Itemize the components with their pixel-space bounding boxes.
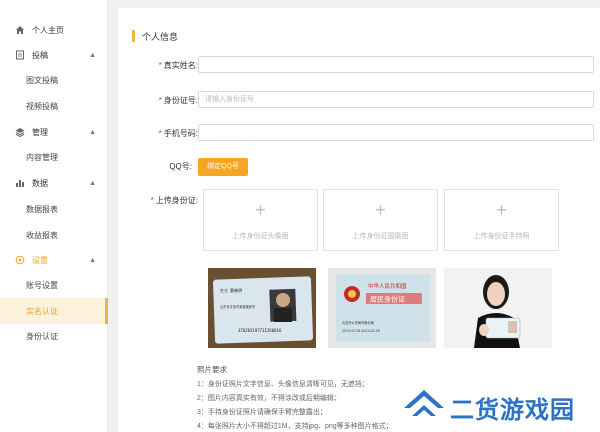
bar-chart-icon [15,178,25,188]
sample-front-name: 黄晓明 [230,287,242,293]
home-icon [15,25,25,35]
upload-caption: 上传身份证国徽面 [352,233,409,240]
sidebar-item-label: 个人主页 [32,25,64,35]
qq-label: QQ号: [169,162,192,171]
id-number-label: * 身份证号: [158,96,198,105]
chevron-up-icon: ▲ [89,51,96,59]
sidebar-item-realname-verify[interactable]: 实名认证 [0,298,108,324]
requirement-item: 4：每张照片大小不得超过1M，支持jpg、png等多种图片格式； [197,423,393,430]
sidebar-group-data[interactable]: 数据 ▲ [0,170,108,196]
bind-qq-button[interactable]: 绑定QQ号 [198,158,248,176]
sidebar-item-image-text-submit[interactable]: 图文投稿 [0,67,108,93]
sidebar-group-label: 设置 [32,255,48,265]
sidebar-item-home[interactable]: 个人主页 [0,17,108,43]
sidebar-group-manage[interactable]: 管理 ▲ [0,119,108,145]
sidebar: 个人主页 投稿 ▲ 图文投稿 视频投稿 管理 ▲ 内容管理 数据 ▲ 数据报表 … [0,0,108,432]
layers-icon [15,127,25,137]
upload-id-label: * 上传身份证: [150,196,198,205]
plus-icon: + [255,200,266,220]
required-mark: * [150,196,154,205]
upload-id-front-box[interactable]: + 上传身份证头像面 [203,189,318,251]
gear-icon [15,255,25,265]
sample-back-valid: 2013.02.26-2023.02.26 [342,329,380,333]
chevron-up-icon: ▲ [89,128,96,136]
name-label: * 真实姓名: [158,61,198,70]
sample-id-back-image: 中华人民共和国 居民身份证 青岛市公安局市南分局 2013.02.26-2023… [328,268,436,348]
plus-icon: + [496,200,507,220]
sample-front-number: 370203197711260016 [238,328,282,333]
sidebar-item-video-submit[interactable]: 视频投稿 [0,93,108,119]
required-mark: * [158,61,162,70]
upload-id-handheld-box[interactable]: + 上传身份证手持照 [444,189,559,251]
sidebar-group-label: 投稿 [32,50,48,60]
sidebar-item-content-manage[interactable]: 内容管理 [0,144,108,170]
watermark-logo-icon [404,390,444,416]
requirement-item: 3：手持身份证照片请确保手臂完整露出； [197,409,327,416]
sample-id-handheld-image [444,268,552,348]
sidebar-group-label: 管理 [32,127,48,137]
chevron-up-icon: ▲ [89,179,96,187]
sample-back-country: 中华人民共和国 [368,282,407,290]
sidebar-group-submit[interactable]: 投稿 ▲ [0,42,108,68]
phone-label: * 手机号码: [158,129,198,138]
sidebar-group-label: 数据 [32,178,48,188]
sidebar-item-account-settings[interactable]: 账号设置 [0,272,108,298]
sidebar-item-revenue-report[interactable]: 收益报表 [0,222,108,248]
upload-id-back-box[interactable]: + 上传身份证国徽面 [323,189,438,251]
chevron-up-icon: ▲ [89,256,96,264]
svg-text:姓名: 姓名 [220,287,228,293]
sidebar-group-settings[interactable]: 设置 ▲ [0,247,108,273]
required-mark: * [158,129,162,138]
main-panel: 个人信息 *真实姓名: *身份证号: *手机号码: QQ号: 绑定QQ号 *上传… [118,8,600,432]
required-mark: * [158,96,162,105]
sidebar-item-identity-verify[interactable]: 身份认证 [0,323,108,349]
title-accent-bar [132,30,135,42]
document-icon [15,50,25,60]
name-input[interactable] [198,56,594,73]
sample-back-title: 居民身份证 [370,295,405,304]
watermark: 二货游戏园 [402,386,592,426]
sample-id-front-image: 姓名 黄晓明 山东省青岛市某某路某号 370203197711260016 [208,268,316,348]
upload-caption: 上传身份证手持照 [473,233,530,240]
phone-input[interactable] [198,124,594,141]
id-number-input[interactable] [198,91,594,108]
requirement-item: 1：身份证照片文字信息、头像信息清晰可见，无遮挡； [197,381,369,388]
upload-caption: 上传身份证头像面 [232,233,289,240]
requirements-title: 照片要求 [197,365,227,374]
requirement-item: 2：图片内容真实有效，不得涂改或后期编辑； [197,395,341,402]
sidebar-item-data-report[interactable]: 数据报表 [0,196,108,222]
sample-back-authority: 青岛市公安局市南分局 [342,320,374,325]
watermark-text: 二货游戏园 [450,396,575,424]
page-title: 个人信息 [142,32,179,42]
sample-front-address: 山东省青岛市某某路某号 [220,304,255,309]
plus-icon: + [375,200,386,220]
